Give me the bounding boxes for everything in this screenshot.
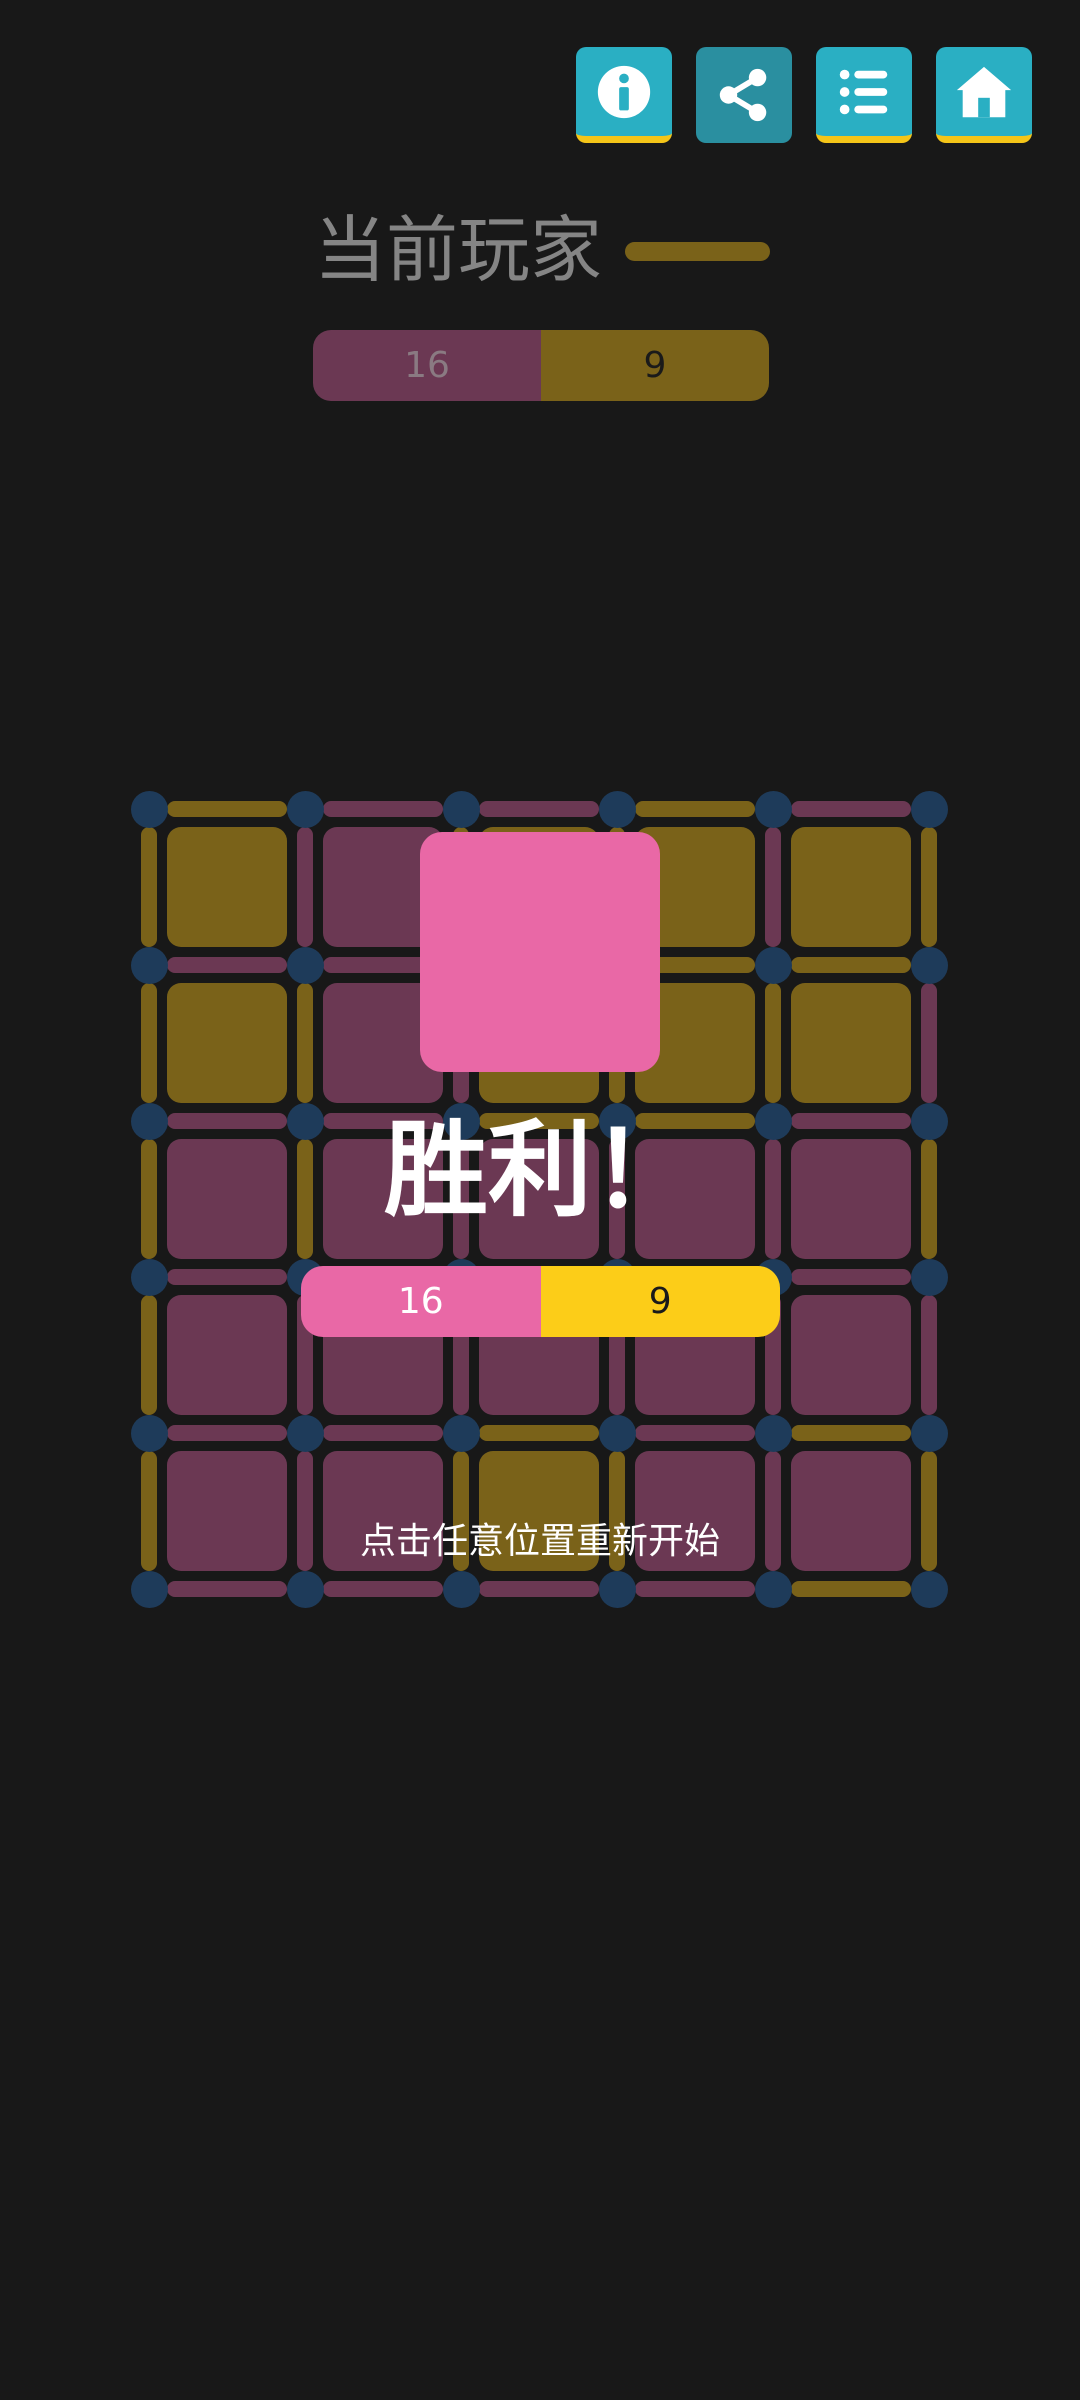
grid-dot	[910, 1102, 948, 1140]
vertical-line[interactable]	[921, 1451, 937, 1571]
vertical-line[interactable]	[297, 983, 313, 1103]
grid-dot	[130, 790, 168, 828]
horizontal-line[interactable]	[635, 1425, 755, 1441]
horizontal-line[interactable]	[791, 957, 911, 973]
grid-dot	[130, 1414, 168, 1452]
final-score-bar: 16 9	[301, 1266, 780, 1337]
grid-dot	[442, 790, 480, 828]
horizontal-line[interactable]	[167, 801, 287, 817]
horizontal-line[interactable]	[167, 1113, 287, 1129]
horizontal-line[interactable]	[479, 1425, 599, 1441]
vertical-line[interactable]	[765, 983, 781, 1103]
restart-hint[interactable]: 点击任意位置重新开始	[290, 1512, 790, 1564]
vertical-line[interactable]	[141, 827, 157, 947]
grid-dot	[130, 1102, 168, 1140]
grid-dot	[130, 1258, 168, 1296]
horizontal-line[interactable]	[323, 1581, 443, 1597]
grid-dot	[754, 1414, 792, 1452]
horizontal-line[interactable]	[167, 1581, 287, 1597]
grid-dot	[910, 1570, 948, 1608]
board-cell	[167, 1451, 287, 1571]
vertical-line[interactable]	[921, 1139, 937, 1259]
grid-dot	[442, 1570, 480, 1608]
vertical-line[interactable]	[141, 983, 157, 1103]
game-screen[interactable]: 当前玩家 16 9 胜利！ 16 9 点击任意位置重新开始	[0, 0, 1080, 2400]
grid-dot	[754, 1570, 792, 1608]
grid-dot	[286, 946, 324, 984]
vertical-line[interactable]	[297, 827, 313, 947]
board-cell	[167, 1139, 287, 1259]
vertical-line[interactable]	[141, 1295, 157, 1415]
grid-dot	[286, 1102, 324, 1140]
grid-dot	[598, 1570, 636, 1608]
board-cell	[791, 827, 911, 947]
horizontal-line[interactable]	[791, 1425, 911, 1441]
horizontal-line[interactable]	[791, 801, 911, 817]
grid-dot	[754, 946, 792, 984]
winner-color-square	[420, 832, 660, 1072]
horizontal-line[interactable]	[323, 801, 443, 817]
horizontal-line[interactable]	[479, 801, 599, 817]
board-cell	[167, 983, 287, 1103]
vertical-line[interactable]	[141, 1139, 157, 1259]
board-cell	[791, 1451, 911, 1571]
vertical-line[interactable]	[921, 827, 937, 947]
grid-dot	[130, 946, 168, 984]
grid-dot	[286, 1570, 324, 1608]
grid-dot	[754, 1102, 792, 1140]
horizontal-line[interactable]	[167, 957, 287, 973]
horizontal-line[interactable]	[635, 1581, 755, 1597]
final-player2-score: 9	[540, 1266, 780, 1337]
grid-dot	[910, 946, 948, 984]
horizontal-line[interactable]	[167, 1269, 287, 1285]
horizontal-line[interactable]	[635, 801, 755, 817]
vertical-line[interactable]	[141, 1451, 157, 1571]
horizontal-line[interactable]	[791, 1269, 911, 1285]
board-cell	[167, 827, 287, 947]
board-cell	[791, 1139, 911, 1259]
horizontal-line[interactable]	[167, 1425, 287, 1441]
board-cell	[791, 1295, 911, 1415]
grid-dot	[442, 1414, 480, 1452]
board-cell	[791, 983, 911, 1103]
vertical-line[interactable]	[765, 1139, 781, 1259]
grid-dot	[910, 1414, 948, 1452]
final-player1-score: 16	[301, 1266, 541, 1337]
horizontal-line[interactable]	[791, 1581, 911, 1597]
grid-dot	[598, 790, 636, 828]
grid-dot	[754, 790, 792, 828]
board-cell	[167, 1295, 287, 1415]
vertical-line[interactable]	[765, 827, 781, 947]
victory-title: 胜利！	[383, 1109, 696, 1231]
horizontal-line[interactable]	[791, 1113, 911, 1129]
grid-dot	[910, 790, 948, 828]
grid-dot	[286, 790, 324, 828]
grid-dot	[286, 1414, 324, 1452]
vertical-line[interactable]	[921, 1295, 937, 1415]
horizontal-line[interactable]	[323, 1425, 443, 1441]
vertical-line[interactable]	[297, 1139, 313, 1259]
grid-dot	[130, 1570, 168, 1608]
vertical-line[interactable]	[921, 983, 937, 1103]
horizontal-line[interactable]	[479, 1581, 599, 1597]
grid-dot	[910, 1258, 948, 1296]
grid-dot	[598, 1414, 636, 1452]
